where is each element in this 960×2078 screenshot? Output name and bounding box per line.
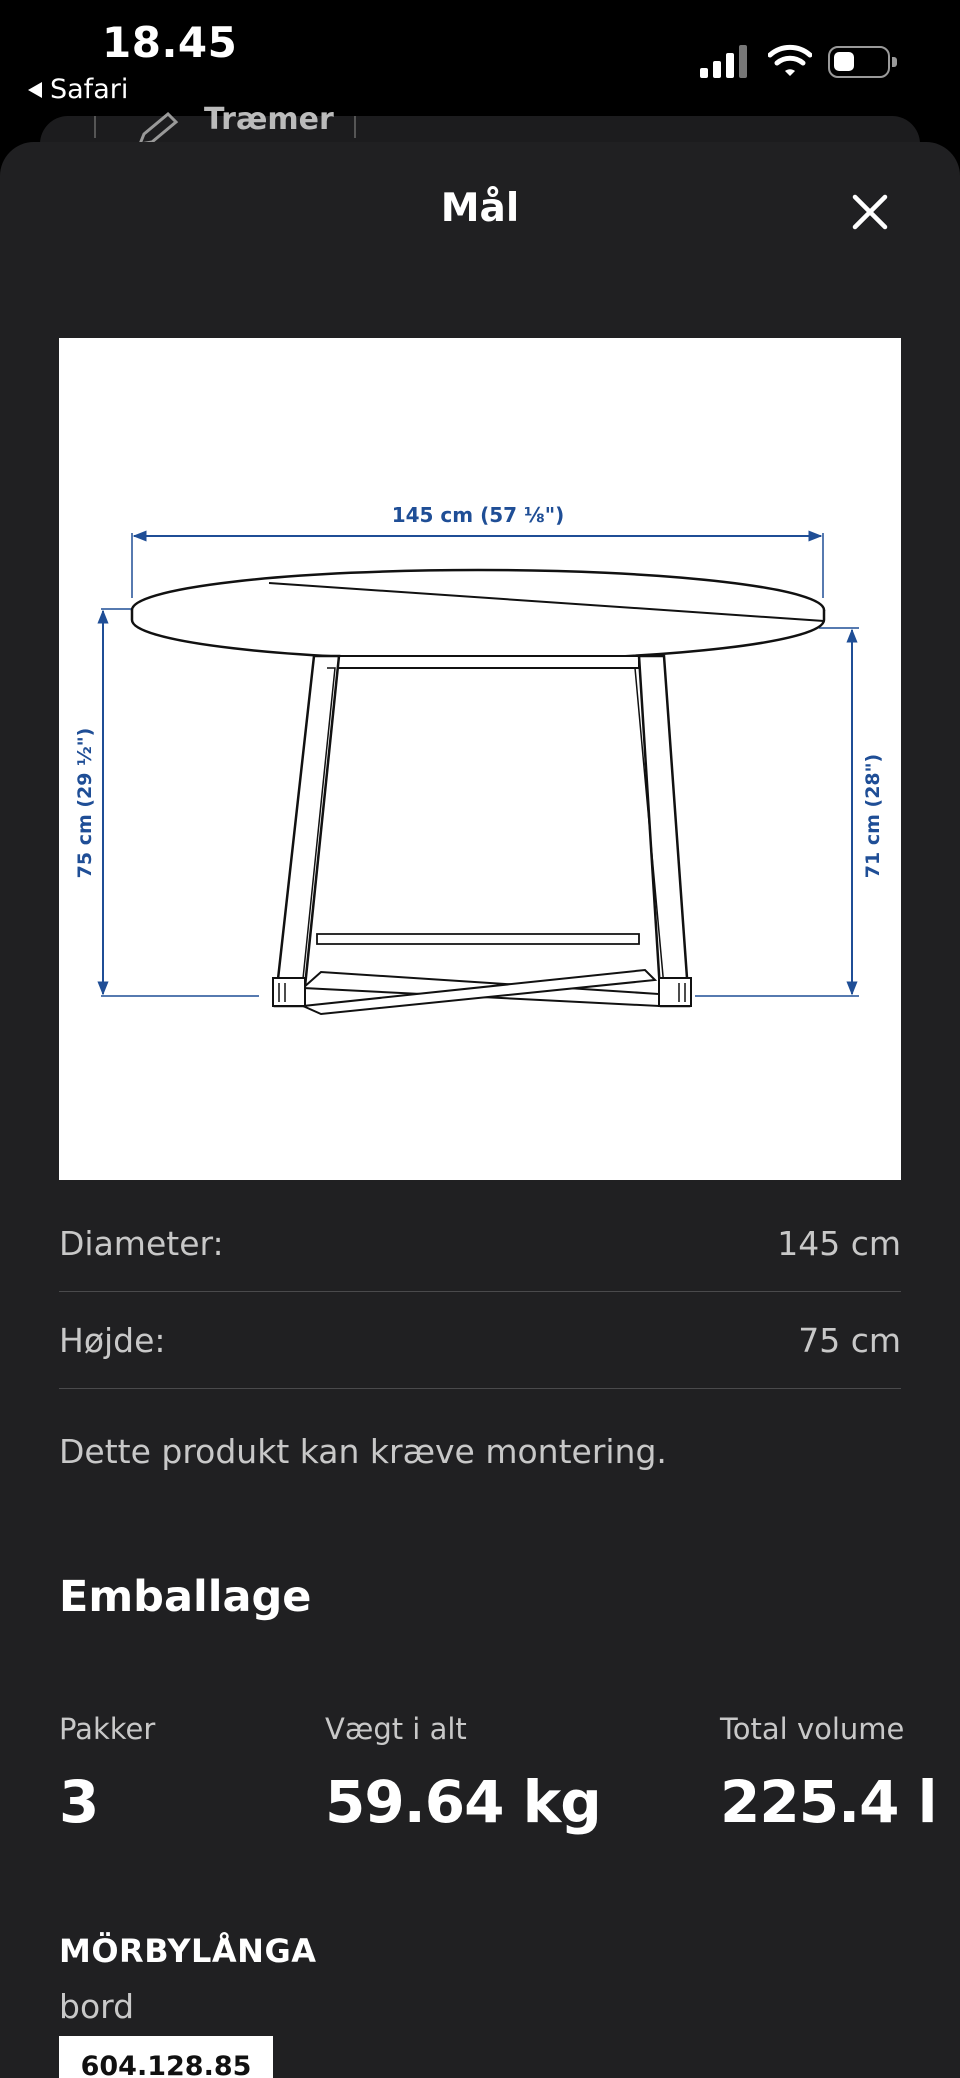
- spec-value: 75 cm: [798, 1320, 901, 1360]
- stat-value: 59.64 kg: [325, 1768, 602, 1836]
- article-number-badge: 604.128.85: [59, 2036, 273, 2078]
- stat-packages: Pakker 3: [59, 1712, 155, 1836]
- spec-row-diameter: Diameter: 145 cm: [59, 1195, 901, 1292]
- height-left-dimension-label: 75 cm (29 ½"): [74, 728, 96, 879]
- sheet-title: Mål: [440, 186, 520, 231]
- spec-value: 145 cm: [777, 1223, 901, 1263]
- close-icon: [852, 194, 888, 230]
- width-dimension-label: 145 cm (57 ⅛"): [392, 503, 565, 527]
- stat-label: Pakker: [59, 1712, 156, 1746]
- stat-total-weight: Vægt i alt 59.64 kg: [325, 1712, 602, 1836]
- stat-value: 225.4 l: [720, 1768, 938, 1836]
- status-bar: 18.45 Safari: [0, 0, 960, 120]
- back-app-label: Safari: [50, 74, 129, 105]
- dimensions-sheet: Mål 145 cm (57 ⅛") 75 cm (29 ½") 71 cm (…: [0, 142, 960, 2078]
- close-button[interactable]: [844, 186, 896, 238]
- back-to-app-link[interactable]: Safari: [28, 74, 128, 105]
- spec-row-height: Højde: 75 cm: [59, 1292, 901, 1389]
- back-arrow-icon: [28, 81, 42, 98]
- stat-value: 3: [59, 1768, 99, 1836]
- spec-label: Højde:: [59, 1320, 166, 1360]
- wifi-icon: [768, 44, 812, 76]
- battery-icon: [828, 46, 897, 78]
- cellular-signal-icon: [700, 45, 747, 78]
- packaging-heading: Emballage: [59, 1572, 312, 1622]
- product-type: bord: [59, 1987, 135, 2026]
- stat-label: Total volume: [720, 1712, 905, 1746]
- clock: 18.45: [102, 18, 238, 67]
- stat-label: Vægt i alt: [325, 1712, 467, 1746]
- product-name: MÖRBYLÅNGA: [59, 1932, 317, 1970]
- dimension-drawing: 145 cm (57 ⅛") 75 cm (29 ½") 71 cm (28"): [59, 338, 901, 1180]
- height-right-dimension-label: 71 cm (28"): [862, 754, 884, 878]
- assembly-note: Dette produkt kan kræve montering.: [59, 1432, 667, 1471]
- spec-label: Diameter:: [59, 1223, 224, 1263]
- stat-total-volume: Total volume 225.4 l: [720, 1712, 938, 1836]
- background-tab-label: Træmer: [204, 102, 334, 137]
